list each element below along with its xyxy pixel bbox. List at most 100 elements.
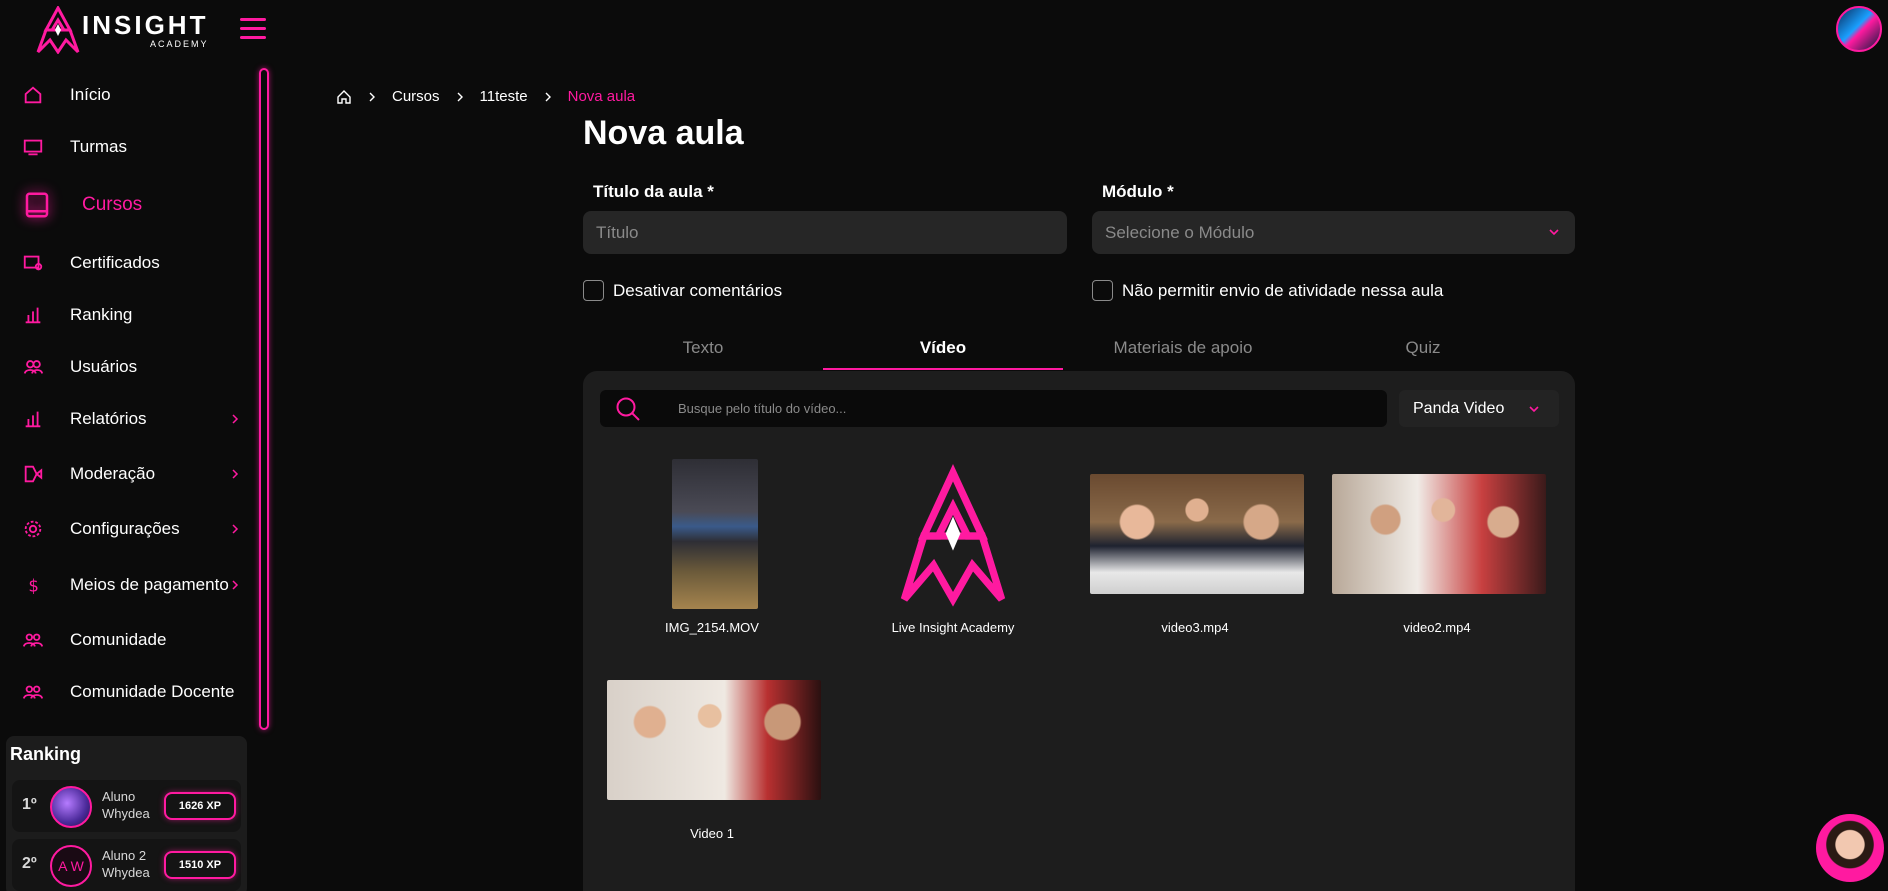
video-card[interactable]: video3.mp4 — [1083, 459, 1307, 635]
hamburger-line — [240, 36, 266, 39]
tab-quiz[interactable]: Quiz — [1303, 336, 1543, 370]
ranking-row[interactable]: 2º A W Aluno 2 Whydea 1510 XP — [12, 839, 241, 891]
sidebar-item-cursos[interactable]: Cursos — [0, 185, 250, 225]
video-thumbnail — [899, 463, 1007, 609]
video-card[interactable]: Live Insight Academy — [841, 459, 1065, 635]
checkbox-box[interactable] — [583, 280, 604, 301]
logo-text: INSIGHT ACADEMY — [82, 12, 208, 49]
sidebar-item-label: Moderação — [70, 464, 156, 483]
sidebar-item-inicio[interactable]: Início — [0, 75, 250, 115]
logo-mark-icon — [36, 6, 80, 54]
sidebar-scrollbar[interactable] — [259, 68, 269, 730]
sidebar-item-ranking[interactable]: Ranking — [0, 295, 250, 335]
video-search[interactable] — [600, 390, 1387, 427]
sidebar-item-relatorios[interactable]: Relatórios — [0, 399, 250, 439]
chevron-right-icon — [232, 524, 239, 534]
video-thumbnail — [607, 680, 821, 800]
video-search-input[interactable] — [678, 390, 1378, 427]
bar-chart-icon — [25, 307, 41, 324]
book-icon — [25, 192, 49, 218]
support-chat-avatar[interactable] — [1816, 814, 1884, 882]
avatar: A W — [50, 845, 92, 887]
disable-activity-checkbox[interactable]: Não permitir envio de atividade nessa au… — [1092, 280, 1443, 301]
chevron-down-icon — [1529, 406, 1539, 413]
tab-texto[interactable]: Texto — [583, 336, 823, 370]
hamburger-line — [240, 18, 266, 21]
video-card[interactable]: Video 1 — [600, 680, 824, 841]
chevron-right-icon — [232, 469, 239, 479]
community-icon — [22, 633, 44, 647]
home-icon[interactable] — [336, 89, 352, 105]
content-tabs: Texto Vídeo Materiais de apoio Quiz — [583, 336, 1575, 370]
sidebar-item-label: Configurações — [70, 519, 180, 538]
breadcrumb-current: Nova aula — [567, 88, 636, 105]
sidebar-item-turmas[interactable]: Turmas — [0, 127, 250, 167]
video-title: video2.mp4 — [1403, 620, 1471, 635]
hamburger-line — [240, 27, 266, 30]
sidebar-item-label: Ranking — [70, 305, 133, 324]
logo-subtitle: ACADEMY — [149, 38, 209, 49]
ranking-title: Ranking — [10, 744, 82, 764]
chevron-right-icon — [232, 414, 239, 424]
sidebar-item-label: Cursos — [82, 194, 143, 215]
user-avatar[interactable] — [1836, 6, 1882, 52]
tab-materiais[interactable]: Materiais de apoio — [1063, 336, 1303, 370]
video-card[interactable]: video2.mp4 — [1325, 459, 1549, 635]
logo[interactable]: INSIGHT ACADEMY — [36, 6, 216, 54]
video-provider-select[interactable]: Panda Video — [1399, 390, 1559, 427]
video-thumbnail — [1332, 474, 1546, 594]
video-panel: Panda Video IMG_2154.MOV Live Insight Ac… — [583, 371, 1575, 891]
breadcrumb-link[interactable]: 11teste — [480, 88, 528, 105]
checkbox-label: Não permitir envio de atividade nessa au… — [1122, 280, 1444, 300]
module-select-value: Selecione o Módulo — [1105, 222, 1255, 242]
community-icon — [22, 685, 44, 699]
breadcrumb-link[interactable]: Cursos — [392, 88, 440, 105]
rank-name: Aluno 2 Whydea — [102, 848, 150, 880]
sidebar-item-label: Relatórios — [70, 409, 147, 428]
reports-icon — [25, 411, 41, 428]
avatar — [50, 786, 92, 828]
chevron-down-icon — [1549, 229, 1559, 236]
logo-mark-icon — [900, 464, 1006, 607]
sidebar-item-label: Certificados — [70, 253, 160, 272]
classroom-icon — [23, 139, 43, 156]
sidebar-item-comunidade[interactable]: Comunidade — [0, 620, 250, 660]
chevron-right-icon — [545, 92, 551, 101]
sidebar-item-label: Comunidade Docente — [70, 682, 235, 701]
rank-name: Aluno Whydea — [102, 789, 150, 821]
sidebar-item-comunidade-docente[interactable]: Comunidade Docente — [0, 672, 250, 712]
sidebar-item-meios-de-pagamento[interactable]: $ Meios de pagamento — [0, 565, 250, 605]
sidebar-item-usuarios[interactable]: Usuários — [0, 347, 250, 387]
sidebar-item-moderacao[interactable]: Moderação — [0, 454, 250, 494]
sidebar: INSIGHT ACADEMY Início Turmas Cursos Cer… — [0, 0, 270, 891]
sidebar-item-configuracoes[interactable]: Configurações — [0, 509, 250, 549]
xp-badge: 1626 XP — [164, 792, 236, 820]
ranking-row[interactable]: 1º Aluno Whydea 1626 XP — [12, 780, 241, 832]
sidebar-item-certificados[interactable]: Certificados — [0, 243, 250, 283]
disable-comments-checkbox[interactable]: Desativar comentários — [583, 280, 782, 301]
video-thumbnail — [672, 459, 758, 609]
sidebar-item-label: Meios de pagamento — [70, 575, 229, 594]
module-field-label: Módulo * — [1102, 182, 1174, 201]
tab-video[interactable]: Vídeo — [823, 336, 1063, 370]
checkbox-box[interactable] — [1092, 280, 1113, 301]
video-card[interactable]: IMG_2154.MOV — [600, 459, 824, 635]
chevron-right-icon — [457, 92, 463, 101]
chevron-right-icon — [369, 92, 375, 101]
title-input[interactable] — [583, 211, 1067, 254]
video-title: IMG_2154.MOV — [665, 620, 759, 635]
sidebar-item-label: Comunidade — [70, 630, 167, 649]
video-title: video3.mp4 — [1161, 620, 1229, 635]
logo-wordmark: INSIGHT — [82, 9, 209, 40]
sidebar-item-label: Início — [70, 85, 111, 104]
xp-badge: 1510 XP — [164, 851, 236, 879]
certificate-icon — [23, 255, 43, 271]
sidebar-item-label: Turmas — [70, 137, 127, 156]
video-thumbnail — [1090, 474, 1304, 594]
module-select[interactable]: Selecione o Módulo — [1092, 211, 1575, 254]
video-provider-value: Panda Video — [1413, 399, 1505, 417]
video-title: Video 1 — [690, 826, 734, 841]
sidebar-item-label: Usuários — [70, 357, 138, 376]
menu-toggle-button[interactable] — [240, 18, 266, 40]
breadcrumb: Cursos 11teste Nova aula — [336, 88, 635, 105]
